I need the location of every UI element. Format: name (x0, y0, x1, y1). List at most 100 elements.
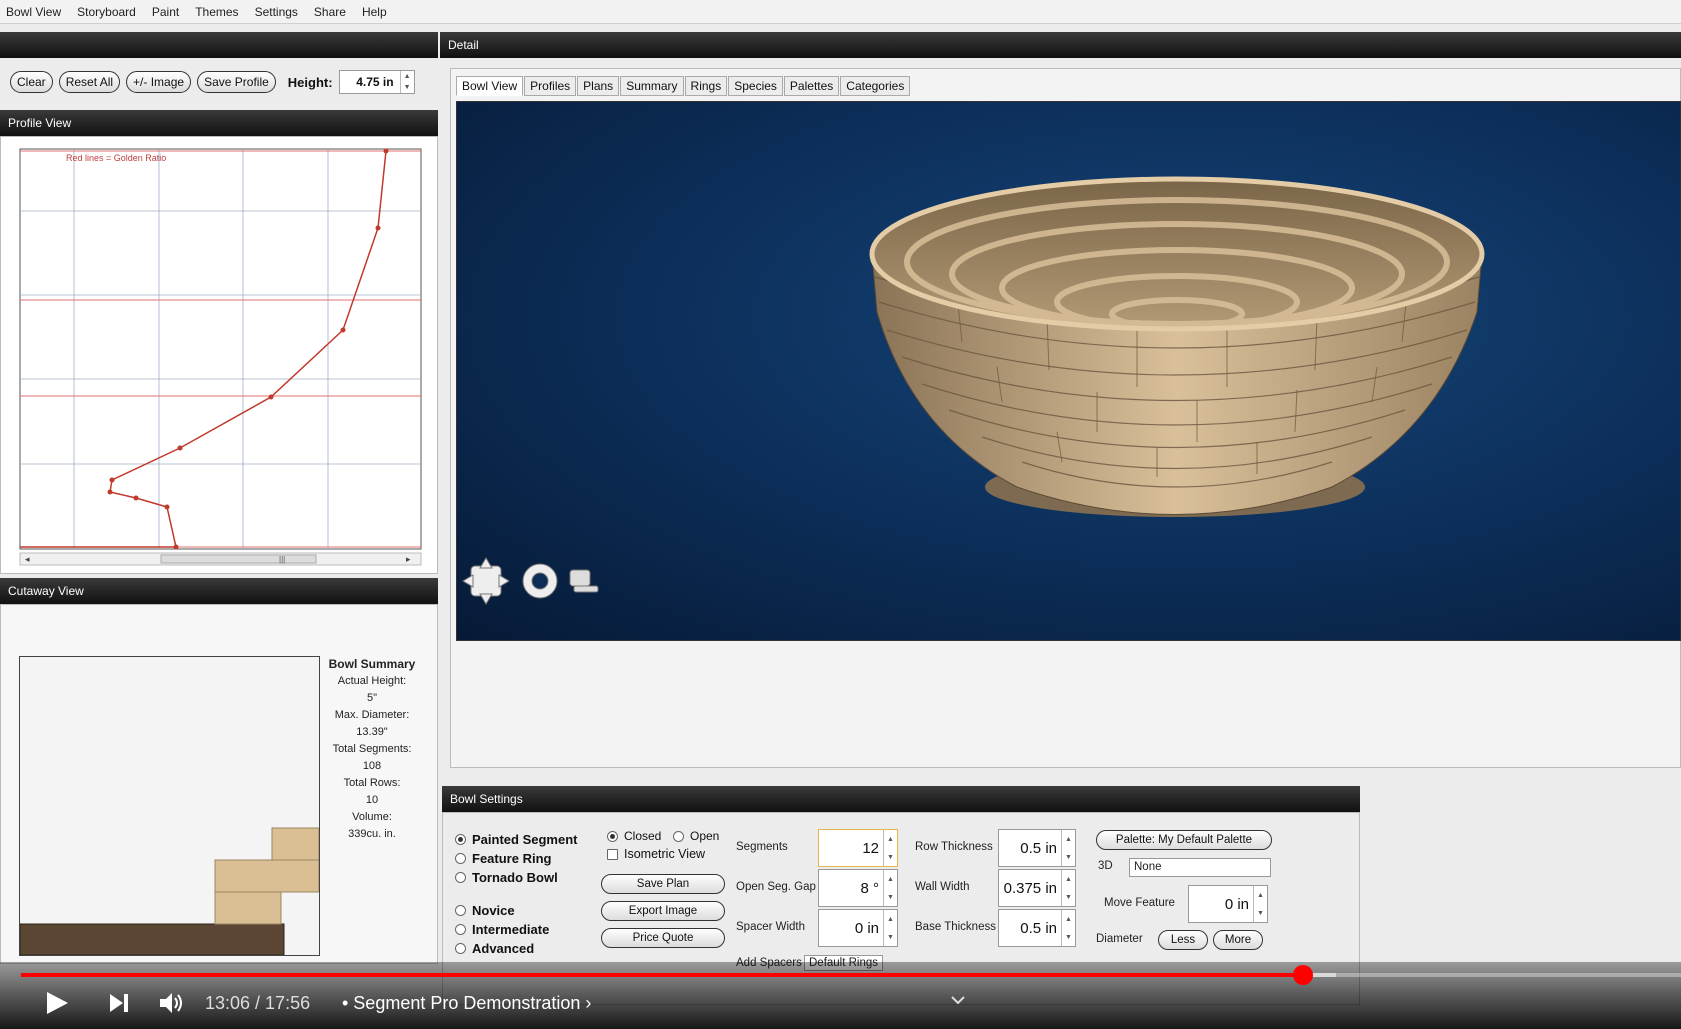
down-arrow-icon[interactable]: ▼ (1062, 928, 1075, 946)
up-arrow-icon[interactable]: ▲ (1062, 870, 1075, 888)
export-image-button[interactable]: Export Image (601, 901, 725, 921)
base-thickness-value[interactable]: 0.5 in (999, 910, 1061, 946)
up-arrow-icon[interactable]: ▲ (1062, 910, 1075, 928)
max-diameter-label: Max. Diameter: (334, 709, 410, 721)
height-value[interactable]: 4.75 in (340, 71, 400, 93)
up-arrow-icon[interactable]: ▲ (401, 71, 414, 82)
intermediate-radio[interactable]: Intermediate (455, 922, 549, 937)
down-arrow-icon[interactable]: ▼ (1254, 904, 1267, 922)
open-seg-gap-label: Open Seg. Gap (736, 881, 816, 893)
clear-button[interactable]: Clear (10, 71, 53, 93)
menu-themes[interactable]: Themes (195, 5, 238, 19)
video-time: 13:06 / 17:56 (205, 993, 311, 1013)
spacer-width-stepper[interactable]: 0 in ▲ ▼ (818, 909, 898, 947)
tab-palettes[interactable]: Palettes (783, 76, 840, 96)
tab-profiles[interactable]: Profiles (524, 76, 577, 96)
bowl-3d-viewport[interactable] (456, 101, 1681, 641)
open-radio[interactable]: Open (673, 829, 719, 843)
total-segments-label: Total Segments: (332, 743, 412, 755)
painted-segment-radio[interactable]: Painted Segment (455, 832, 577, 847)
volume-label: Volume: (352, 811, 392, 823)
advanced-radio[interactable]: Advanced (455, 941, 534, 956)
menu-bowl-view[interactable]: Bowl View (6, 5, 61, 19)
move-feature-value[interactable]: 0 in (1189, 886, 1253, 922)
detail-header: Detail (440, 32, 1681, 58)
down-arrow-icon[interactable]: ▼ (884, 888, 897, 906)
tab-summary[interactable]: Summary (620, 76, 684, 96)
segments-value[interactable]: 12 (819, 830, 883, 866)
video-title[interactable]: • Segment Pro Demonstration › (342, 993, 591, 1014)
down-arrow-icon[interactable]: ▼ (884, 928, 897, 946)
tab-categories[interactable]: Categories (840, 76, 911, 96)
scroll-grip: ||| (279, 555, 285, 564)
up-arrow-icon[interactable]: ▲ (884, 910, 897, 928)
zoom-icon[interactable] (569, 569, 599, 593)
next-icon[interactable] (108, 992, 130, 1014)
profile-chart[interactable]: Red lines = Golden Ratio ||| ◂ ▸ (1, 137, 437, 573)
image-toggle-button[interactable]: +/- Image (126, 71, 192, 93)
down-arrow-icon[interactable]: ▼ (1062, 888, 1075, 906)
reset-all-button[interactable]: Reset All (58, 71, 121, 93)
closed-radio[interactable]: Closed (607, 829, 661, 843)
save-profile-button[interactable]: Save Profile (197, 71, 276, 93)
price-quote-button[interactable]: Price Quote (601, 928, 725, 948)
tab-bowl-view[interactable]: Bowl View (456, 76, 524, 96)
wall-width-stepper[interactable]: 0.375 in ▲ ▼ (998, 869, 1076, 907)
bowl-3d-render (462, 176, 1485, 605)
menu-help[interactable]: Help (362, 5, 387, 19)
height-label: Height: (287, 74, 333, 90)
total-rows-label: Total Rows: (343, 777, 401, 789)
base-thickness-stepper[interactable]: 0.5 in ▲ ▼ (998, 909, 1076, 947)
tab-rings[interactable]: Rings (684, 76, 728, 96)
palette-button[interactable]: Palette: My Default Palette (1096, 830, 1272, 850)
up-arrow-icon[interactable]: ▲ (884, 870, 897, 888)
menu-storyboard[interactable]: Storyboard (77, 5, 136, 19)
novice-radio[interactable]: Novice (455, 903, 515, 918)
row-thickness-stepper[interactable]: 0.5 in ▲ ▼ (998, 829, 1076, 867)
row-thickness-value[interactable]: 0.5 in (999, 830, 1061, 866)
save-plan-button[interactable]: Save Plan (601, 874, 725, 894)
cutaway-view-title: Cutaway View (8, 584, 84, 598)
scroll-right-icon[interactable]: ▸ (406, 554, 411, 564)
volume-icon[interactable] (158, 990, 184, 1016)
spacer-width-label: Spacer Width (736, 921, 806, 933)
bowl-summary: Bowl Summary Actual Height: 5" Max. Diam… (322, 656, 422, 843)
menu-share[interactable]: Share (314, 5, 346, 19)
video-progress-bar[interactable] (21, 965, 1681, 985)
down-arrow-icon[interactable]: ▼ (1062, 848, 1075, 866)
menu-paint[interactable]: Paint (152, 5, 179, 19)
move-feature-stepper[interactable]: 0 in ▲ ▼ (1188, 885, 1268, 923)
play-icon[interactable] (44, 990, 70, 1016)
segments-stepper[interactable]: 12 ▲ ▼ (818, 829, 898, 867)
menu-settings[interactable]: Settings (255, 5, 298, 19)
profile-view-title: Profile View (8, 116, 72, 130)
threed-select[interactable]: None (1129, 858, 1271, 877)
down-arrow-icon[interactable]: ▼ (884, 848, 897, 866)
open-seg-gap-stepper[interactable]: 8 ° ▲ ▼ (818, 869, 898, 907)
tab-species[interactable]: Species (728, 76, 783, 96)
detail-tabs: Bowl View Profiles Plans Summary Rings S… (456, 76, 911, 96)
wall-width-value[interactable]: 0.375 in (999, 870, 1061, 906)
more-button[interactable]: More (1213, 930, 1263, 950)
profile-view-header: Profile View (0, 110, 438, 136)
tornado-bowl-radio[interactable]: Tornado Bowl (455, 870, 558, 885)
down-arrow-icon[interactable]: ▼ (401, 82, 414, 93)
spacer-width-value[interactable]: 0 in (819, 910, 883, 946)
chevron-down-icon[interactable] (950, 994, 966, 1006)
scroll-left-icon[interactable]: ◂ (25, 554, 30, 564)
video-scrub-knob[interactable] (1293, 965, 1313, 985)
up-arrow-icon[interactable]: ▲ (1062, 830, 1075, 848)
open-seg-gap-value[interactable]: 8 ° (819, 870, 883, 906)
row-thickness-label: Row Thickness (915, 841, 993, 853)
volume-value: 339cu. in. (348, 828, 396, 840)
rotate-icon[interactable] (522, 563, 558, 599)
tab-plans[interactable]: Plans (577, 76, 620, 96)
up-arrow-icon[interactable]: ▲ (884, 830, 897, 848)
up-arrow-icon[interactable]: ▲ (1254, 886, 1267, 904)
pan-icon[interactable] (462, 557, 510, 605)
less-button[interactable]: Less (1158, 930, 1208, 950)
profile-scroll-thumb[interactable] (160, 554, 317, 564)
feature-ring-radio[interactable]: Feature Ring (455, 851, 551, 866)
isometric-view-checkbox[interactable]: Isometric View (607, 847, 705, 861)
height-stepper[interactable]: 4.75 in ▲ ▼ (338, 70, 415, 94)
